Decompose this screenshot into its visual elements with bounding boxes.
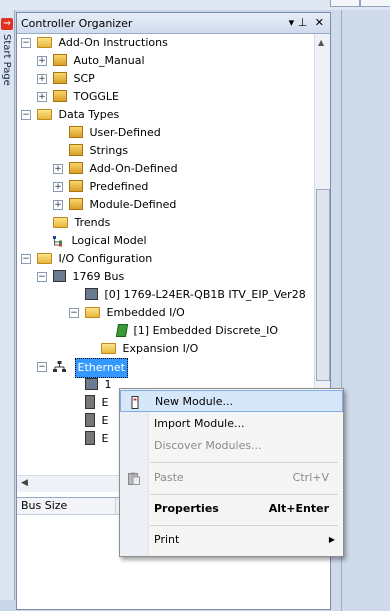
datatype-icon [69, 144, 83, 156]
tree-item-ethernet-child[interactable]: E [85, 430, 108, 448]
folder-icon [53, 216, 68, 228]
tree-item-embedded-discrete-io[interactable]: [1] Embedded Discrete_IO [115, 322, 278, 340]
collapse-icon[interactable]: − [37, 272, 47, 282]
top-tab [330, 0, 360, 7]
menu-item-paste[interactable]: Paste Ctrl+V [120, 467, 343, 489]
tree-item-ethernet-child[interactable]: 1 [85, 376, 112, 394]
tree-item-ethernet-child[interactable]: E [85, 412, 108, 430]
instruction-icon [53, 90, 67, 102]
pin-icon[interactable]: ▾ ⊥ [289, 16, 308, 29]
controller-module-icon [85, 288, 98, 300]
tree-item-auto-manual[interactable]: + Auto_Manual [37, 52, 145, 70]
submenu-arrow-icon: ▶ [328, 535, 335, 544]
discrete-io-icon [115, 323, 129, 337]
datatype-icon [69, 198, 83, 210]
tree-item-toggle[interactable]: + TOGGLE [37, 88, 119, 106]
tree-item-ethernet[interactable]: − Ethernet [37, 358, 128, 378]
start-page-icon: ⇒ [1, 18, 13, 30]
tree-item-scp[interactable]: + SCP [37, 70, 95, 88]
organizer-titlebar: Controller Organizer ▾ ⊥ ✕ [17, 13, 330, 34]
top-tab [360, 0, 390, 7]
instruction-icon [53, 54, 67, 66]
menu-item-print[interactable]: Print ▶ [120, 529, 343, 551]
ethernet-network-icon [53, 361, 68, 373]
expand-icon[interactable]: + [37, 56, 47, 66]
folder-icon [37, 108, 52, 120]
tree-item-logical-model[interactable]: Logical Model [53, 232, 147, 250]
collapse-icon[interactable]: − [21, 110, 31, 120]
expand-icon[interactable]: + [53, 182, 63, 192]
tree-item-strings[interactable]: Strings [69, 142, 128, 160]
start-page-label: Start Page [1, 34, 12, 86]
device-icon [85, 413, 95, 427]
menu-item-properties[interactable]: Properties Alt+Enter [120, 498, 343, 520]
start-page-side-tab[interactable]: ⇒ Start Page [0, 10, 15, 600]
tree-item-expansion-io[interactable]: Expansion I/O [101, 340, 198, 358]
expand-icon[interactable]: + [53, 200, 63, 210]
folder-icon [101, 342, 116, 354]
device-icon [85, 395, 95, 409]
module-icon [85, 378, 98, 390]
tree-item-1769-bus[interactable]: − 1769 Bus [37, 268, 124, 286]
expand-icon[interactable]: + [53, 164, 63, 174]
datatype-icon [69, 126, 83, 138]
bus-icon [53, 270, 66, 282]
collapse-icon[interactable]: − [21, 254, 31, 264]
organizer-title: Controller Organizer [21, 17, 133, 30]
new-module-icon [129, 395, 141, 409]
device-icon [85, 431, 95, 445]
logical-model-icon [53, 235, 65, 246]
expand-icon[interactable]: + [37, 74, 47, 84]
folder-icon [37, 252, 52, 264]
top-strip [0, 0, 390, 10]
scroll-thumb[interactable] [316, 189, 330, 381]
scroll-left-icon[interactable]: ◀ [21, 478, 28, 488]
close-icon[interactable]: ✕ [315, 16, 324, 29]
collapse-icon[interactable]: − [69, 308, 79, 318]
tree-item-io-configuration[interactable]: − I/O Configuration [21, 250, 152, 268]
expand-icon[interactable]: + [37, 92, 47, 102]
menu-item-discover-modules[interactable]: Discover Modules... [120, 435, 343, 457]
tree-item-data-types[interactable]: − Data Types [21, 106, 119, 124]
tree-item-module-defined[interactable]: + Module-Defined [53, 196, 176, 214]
tree-item-add-on-instructions[interactable]: − Add-On Instructions [21, 34, 168, 52]
tree-item-predefined[interactable]: + Predefined [53, 178, 148, 196]
folder-icon [37, 36, 52, 48]
bus-size-column: Bus Size [21, 499, 68, 512]
datatype-icon [69, 162, 83, 174]
tree-item-trends[interactable]: Trends [53, 214, 110, 232]
paste-icon [128, 471, 140, 485]
menu-item-new-module[interactable]: New Module... [120, 390, 343, 412]
context-menu: New Module... Import Module... Discover … [119, 388, 344, 557]
instruction-icon [53, 72, 67, 84]
datatype-icon [69, 180, 83, 192]
collapse-icon[interactable]: − [21, 38, 31, 48]
folder-icon [85, 306, 100, 318]
tree-item-ethernet-child[interactable]: E [85, 394, 108, 412]
tree-item-user-defined[interactable]: User-Defined [69, 124, 161, 142]
menu-item-import-module[interactable]: Import Module... [120, 413, 343, 435]
tree-item-add-on-defined[interactable]: + Add-On-Defined [53, 160, 178, 178]
scroll-up-icon[interactable]: ▲ [318, 38, 324, 47]
tree-item-embedded-io[interactable]: − Embedded I/O [69, 304, 185, 322]
tree-item-controller[interactable]: [0] 1769-L24ER-QB1B ITV_EIP_Ver28 [85, 286, 306, 304]
collapse-icon[interactable]: − [37, 362, 47, 372]
